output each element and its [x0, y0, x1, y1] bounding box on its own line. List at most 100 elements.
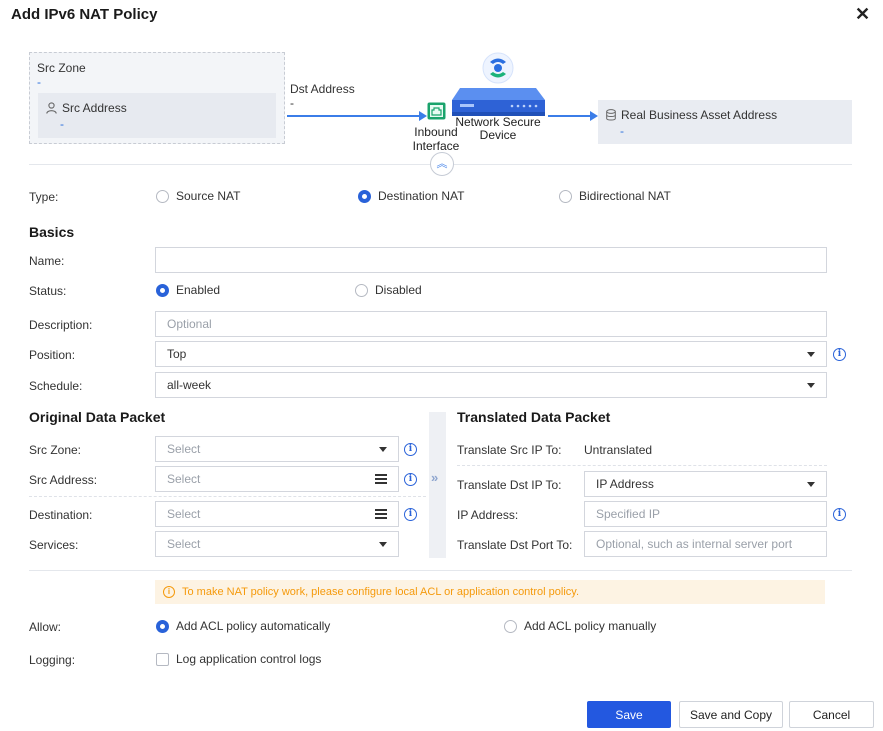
orig-src-address-label: Src Address:	[29, 473, 98, 487]
save-and-copy-button[interactable]: Save and Copy	[679, 701, 783, 728]
ip-address-info-icon[interactable]: i	[833, 508, 846, 521]
description-label: Description:	[29, 318, 93, 332]
close-icon[interactable]: ✕	[855, 4, 870, 25]
translate-dst-ip-value: IP Address	[596, 477, 654, 491]
orig-destination-placeholder: Select	[167, 507, 201, 521]
allow-manual-radio[interactable]: Add ACL policy manually	[504, 619, 656, 633]
caret-down-icon	[807, 382, 815, 388]
options-divider	[29, 570, 852, 571]
schedule-select[interactable]: all-week	[155, 372, 827, 398]
double-chevron-right-icon: »	[431, 470, 439, 485]
warning-info-icon: i	[163, 586, 175, 598]
ip-address-label: IP Address:	[457, 508, 519, 522]
log-app-control-checkbox[interactable]: Log application control logs	[156, 652, 321, 666]
position-select[interactable]: Top	[155, 341, 827, 367]
name-label: Name:	[29, 254, 65, 268]
log-checkbox-label: Log application control logs	[176, 652, 322, 666]
translate-dst-port-label: Translate Dst Port To:	[457, 538, 573, 552]
position-value: Top	[167, 347, 187, 361]
radio-selected-icon	[156, 283, 169, 297]
radio-icon	[156, 189, 169, 203]
orig-src-zone-select[interactable]: Select	[155, 436, 399, 462]
type-source-nat-radio[interactable]: Source NAT	[156, 189, 240, 203]
status-option-label: Disabled	[375, 283, 422, 297]
network-secure-device-icon	[452, 52, 545, 116]
type-bidirectional-nat-radio[interactable]: Bidirectional NAT	[559, 189, 671, 203]
arrow-head-icon-2	[590, 111, 598, 121]
allow-auto-radio[interactable]: Add ACL policy automatically	[156, 619, 330, 633]
real-asset-header: Real Business Asset Address	[606, 108, 777, 122]
src-zone-group: Src Zone -	[37, 61, 86, 89]
real-asset-label: Real Business Asset Address	[621, 108, 778, 122]
translate-dst-port-placeholder: Optional, such as internal server port	[596, 537, 793, 551]
src-zone-value: -	[37, 75, 41, 89]
dialog-title: Add IPv6 NAT Policy	[11, 6, 158, 23]
src-zone-info-icon[interactable]: i	[404, 443, 417, 456]
translate-dst-port-input[interactable]: Optional, such as internal server port	[584, 531, 827, 557]
status-enabled-radio[interactable]: Enabled	[156, 283, 220, 297]
orig-services-select[interactable]: Select	[155, 531, 399, 557]
caret-down-icon	[379, 541, 387, 547]
checkbox-icon	[156, 652, 169, 666]
position-info-icon[interactable]: i	[833, 348, 846, 361]
warning-text: To make NAT policy work, please configur…	[182, 586, 580, 598]
radio-selected-icon	[358, 189, 371, 203]
real-asset-value: -	[620, 124, 624, 138]
src-address-header: Src Address	[46, 101, 127, 115]
ip-address-input[interactable]: Specified IP	[584, 501, 827, 527]
type-option-label: Source NAT	[176, 189, 241, 203]
type-option-label: Bidirectional NAT	[579, 189, 671, 203]
orig-src-address-select[interactable]: Select	[155, 466, 399, 492]
dst-address-group: Dst Address -	[290, 82, 355, 110]
orig-src-zone-placeholder: Select	[167, 442, 201, 456]
radio-icon	[559, 189, 572, 203]
orig-destination-select[interactable]: Select	[155, 501, 399, 527]
radio-icon	[355, 283, 368, 297]
dst-address-value: -	[290, 96, 294, 110]
type-option-label: Destination NAT	[378, 189, 465, 203]
name-input[interactable]	[155, 247, 827, 273]
logging-label: Logging:	[29, 653, 76, 667]
translate-dst-ip-select[interactable]: IP Address	[584, 471, 827, 497]
src-address-info-icon[interactable]: i	[404, 473, 417, 486]
src-address-panel: Src Address -	[38, 93, 276, 138]
src-zone-label: Src Zone	[37, 61, 86, 75]
description-input[interactable]: Optional	[155, 311, 827, 337]
flow-arrow-line	[287, 115, 423, 117]
orig-services-placeholder: Select	[167, 537, 201, 551]
database-icon	[606, 109, 616, 121]
list-icon	[375, 509, 387, 519]
caret-down-icon	[807, 481, 815, 487]
translate-src-ip-value: Untranslated	[584, 443, 653, 457]
position-label: Position:	[29, 348, 76, 362]
destination-info-icon[interactable]: i	[404, 508, 417, 521]
src-address-value: -	[60, 117, 64, 131]
arrow-head-icon	[419, 111, 427, 121]
caret-down-icon	[807, 351, 815, 357]
status-label: Status:	[29, 284, 67, 298]
list-icon	[375, 474, 387, 484]
radio-selected-icon	[156, 619, 169, 633]
save-button[interactable]: Save	[587, 701, 671, 728]
dst-address-label: Dst Address	[290, 82, 355, 96]
translate-dst-ip-label: Translate Dst IP To:	[457, 478, 562, 492]
double-chevron-up-icon: ︽	[436, 158, 448, 170]
schedule-label: Schedule:	[29, 379, 83, 393]
schedule-value: all-week	[167, 378, 212, 392]
section-divider	[29, 496, 426, 497]
type-destination-nat-radio[interactable]: Destination NAT	[358, 189, 464, 203]
status-option-label: Enabled	[176, 283, 221, 297]
radio-icon	[504, 619, 517, 633]
orig-src-address-placeholder: Select	[167, 472, 201, 486]
real-asset-panel: Real Business Asset Address -	[598, 100, 852, 144]
acl-warning-banner: i To make NAT policy work, please config…	[155, 580, 825, 604]
type-label: Type:	[29, 190, 59, 204]
status-disabled-radio[interactable]: Disabled	[355, 283, 422, 297]
orig-src-zone-label: Src Zone:	[29, 443, 82, 457]
allow-option-label: Add ACL policy automatically	[176, 619, 331, 633]
flow-arrow-line-2	[548, 115, 592, 117]
cancel-button[interactable]: Cancel	[789, 701, 874, 728]
collapse-diagram-button[interactable]: ︽	[430, 152, 454, 176]
user-icon	[46, 102, 57, 114]
orig-destination-label: Destination:	[29, 508, 93, 522]
